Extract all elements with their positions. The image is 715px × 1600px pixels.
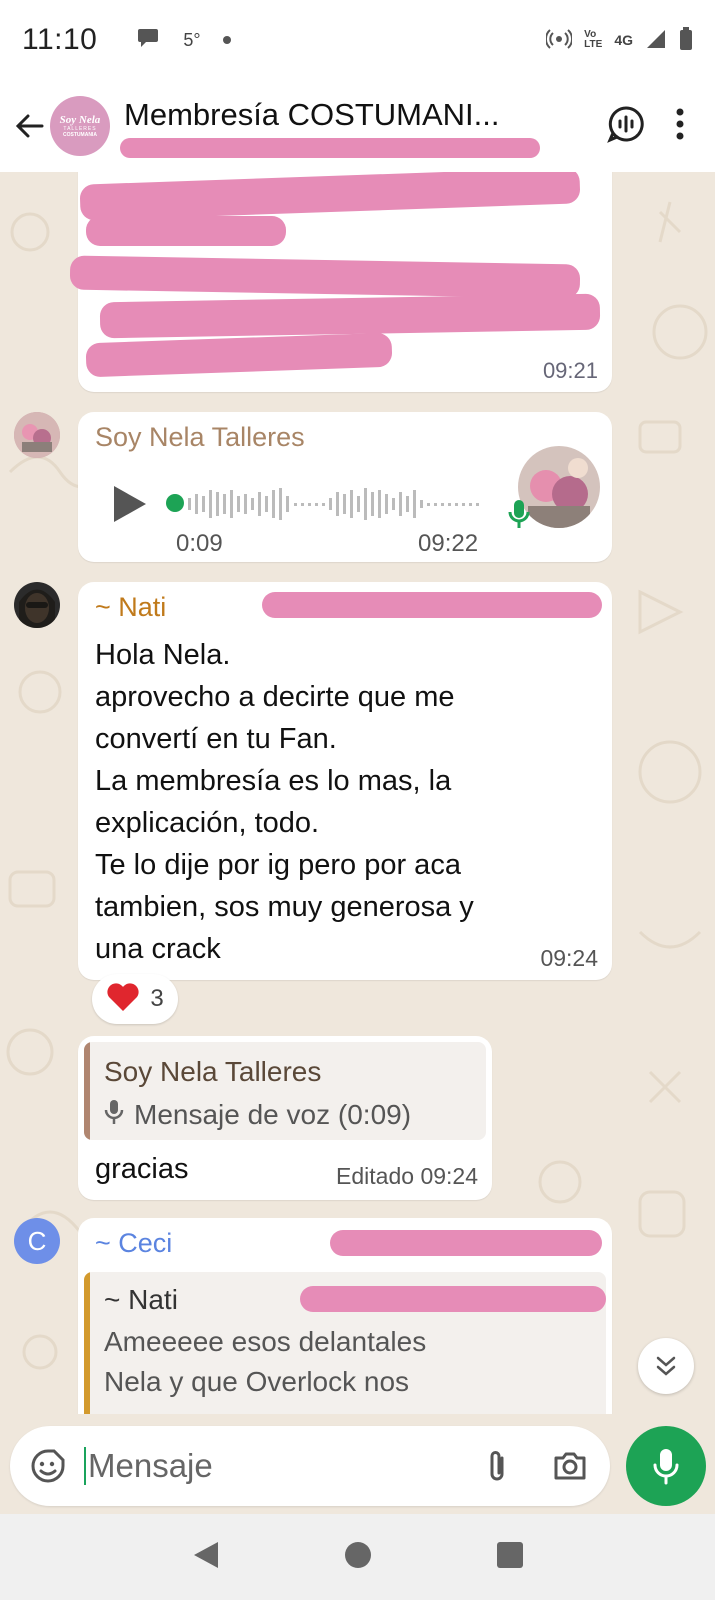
status-time: 11:10 [22, 23, 98, 56]
message-time: 09:24 [540, 945, 598, 971]
chat-title: Membresía COSTUMANI... [124, 97, 500, 132]
nav-recents-button[interactable] [496, 1541, 524, 1574]
avatar-letter: C [27, 1225, 47, 1256]
scroll-to-bottom-button[interactable] [638, 1338, 694, 1394]
triangle-back-icon [193, 1541, 218, 1568]
camera-button[interactable] [552, 1450, 588, 1482]
quote-text: Mensaje de voz (0:09) [134, 1098, 412, 1130]
message-line: Te lo dije por ig pero por aca [95, 849, 461, 881]
sender-avatar[interactable] [14, 412, 60, 458]
sender-avatar-ceci[interactable]: C [14, 1218, 60, 1264]
mic-icon [653, 1449, 679, 1485]
audio-progress-dot[interactable] [166, 494, 184, 512]
dot-icon [222, 36, 231, 44]
weather-temperature: 5° [183, 29, 201, 50]
message-time: 09:21 [542, 358, 598, 383]
message-line: aprovecho a decirte que me [95, 681, 455, 713]
reaction-count: 3 [150, 985, 164, 1012]
quoted-message[interactable]: Soy Nela Talleres Mensaje de voz (0:09) [84, 1042, 486, 1140]
avatar-logo-brand: COSTUMANIA [63, 132, 97, 138]
message-time: Editado 09:24 [336, 1163, 478, 1189]
quote-sender: Soy Nela Talleres [104, 1056, 322, 1087]
message-input-bar: Mensaje [10, 1426, 610, 1506]
voice-chat-icon [607, 105, 644, 143]
chat-notification-icon [137, 27, 161, 54]
message-bubble-nati[interactable]: ~ Nati Hola Nela. aprovecho a decirte qu… [78, 582, 612, 980]
message-bubble-reply[interactable]: Soy Nela Talleres Mensaje de voz (0:09) … [78, 1036, 492, 1200]
message-line: explicación, todo. [95, 807, 320, 839]
quote-sender: ~ Nati [104, 1284, 178, 1315]
hotspot-icon [545, 26, 574, 55]
redacted-phone [330, 1230, 602, 1256]
arrow-left-icon [15, 114, 44, 138]
voice-sender-avatar [518, 446, 600, 528]
square-recents-icon [496, 1541, 523, 1568]
voice-chat-button[interactable] [607, 105, 645, 148]
quote-bar [84, 1272, 90, 1414]
circle-home-icon [344, 1541, 371, 1568]
paperclip-icon [490, 1451, 504, 1481]
sender-avatar-nati[interactable] [14, 582, 60, 628]
reaction-chip[interactable]: 3 [92, 974, 178, 1024]
system-nav-bar [0, 1514, 715, 1600]
voice-duration: 0:09 [176, 530, 223, 557]
message-line: una crack [95, 933, 221, 965]
message-line: convertí en tu Fan. [95, 723, 337, 755]
double-chevron-down-icon [656, 1356, 676, 1376]
sender-name: ~ Ceci [95, 1228, 173, 1258]
redacted-phone [262, 592, 602, 618]
chat-header: Soy Nela TALLERES COSTUMANIA Membresía C… [0, 80, 715, 172]
quote-line: Ameeeee esos delantales [104, 1326, 427, 1357]
quote-bar [84, 1042, 90, 1140]
quote-line: Nela y que Overlock nos [104, 1366, 410, 1397]
message-line: tambien, sos muy generosa y [95, 891, 474, 923]
redacted-text [86, 216, 286, 246]
message-time: 09:22 [418, 530, 479, 557]
battery-icon [679, 26, 693, 54]
nav-back-button[interactable] [192, 1540, 220, 1575]
play-button[interactable] [112, 484, 148, 529]
attach-button[interactable] [484, 1448, 510, 1484]
chat-messages[interactable]: 09:21 Soy Nela Talleres 0:09 09:22 ~ Nat… [0, 172, 715, 1414]
signal-icon [645, 28, 667, 53]
group-avatar[interactable]: Soy Nela TALLERES COSTUMANIA [50, 96, 110, 156]
redacted-subtitle [120, 138, 540, 158]
message-text: gracias [95, 1153, 189, 1185]
message-line: Hola Nela. [95, 639, 231, 671]
message-text: Hola Nela. aprovecho a decirte que me co… [95, 634, 595, 970]
sender-name: Soy Nela Talleres [95, 422, 305, 452]
heart-icon [106, 982, 140, 1017]
status-bar: 11:10 5° Vo LTE 4G [0, 0, 715, 80]
network-type: 4G [614, 32, 633, 48]
mic-icon [104, 1098, 124, 1131]
more-vert-icon [676, 108, 684, 139]
nav-home-button[interactable] [343, 1540, 373, 1575]
play-icon [114, 486, 146, 522]
sender-name: ~ Nati [95, 592, 167, 622]
redacted-phone [300, 1286, 606, 1312]
more-options-button[interactable] [675, 108, 685, 145]
message-input[interactable]: Mensaje [84, 1447, 213, 1485]
mic-badge-icon [508, 498, 530, 535]
avatar-logo-text: Soy Nela [59, 114, 101, 126]
camera-icon [554, 1452, 586, 1480]
sticker-icon [31, 1449, 65, 1483]
volte-indicator: Vo LTE [584, 29, 603, 50]
message-line: La membresía es lo mas, la [95, 765, 452, 797]
audio-waveform[interactable] [186, 484, 486, 524]
voice-record-button[interactable] [626, 1426, 706, 1506]
voice-message-bubble[interactable]: Soy Nela Talleres 0:09 09:22 [78, 412, 612, 562]
sticker-button[interactable] [30, 1448, 66, 1484]
